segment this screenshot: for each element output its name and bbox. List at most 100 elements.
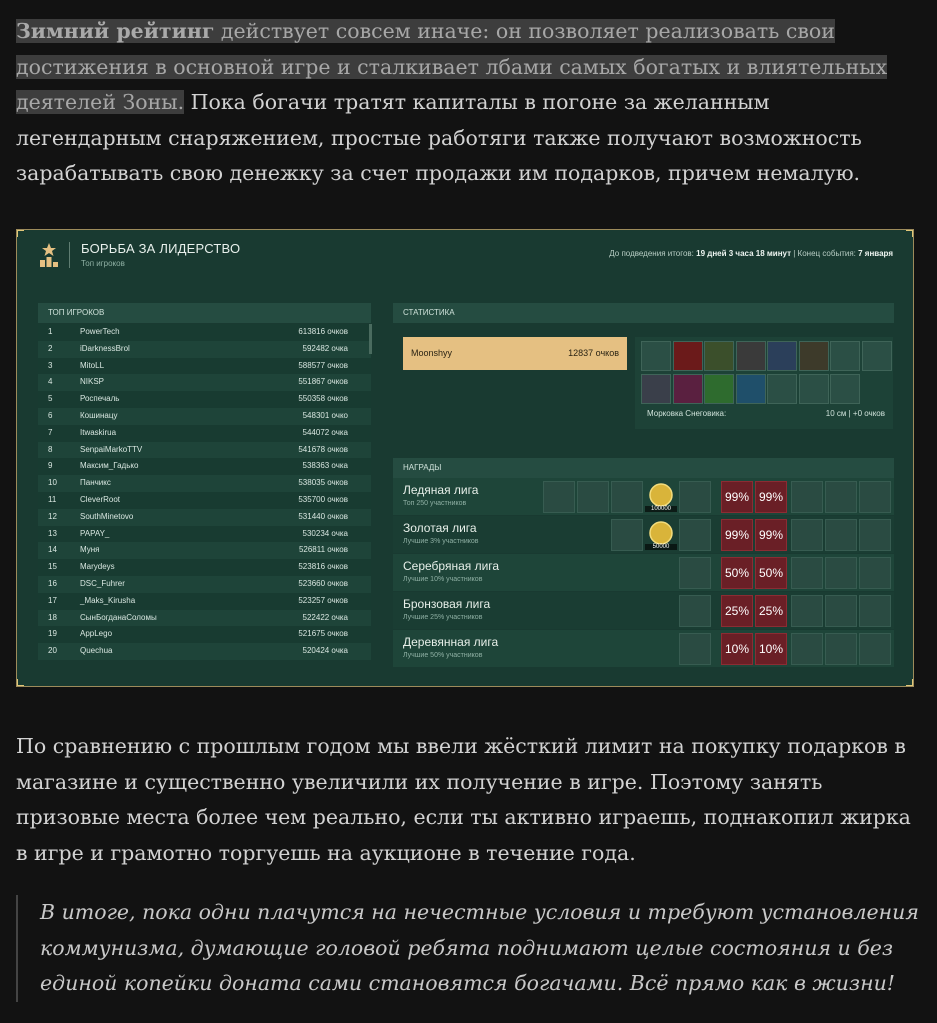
reward-item-icon[interactable]: [859, 480, 891, 513]
table-row[interactable]: 13 PAPAY_ 530234 очка: [38, 525, 371, 543]
table-row[interactable]: 15 Marydeys 523816 очков: [38, 559, 371, 576]
reward-item-icon[interactable]: [791, 632, 823, 665]
reward-item-icon[interactable]: [791, 556, 823, 589]
table-row[interactable]: 8 SenpaiMarkoTTV 541678 очков: [38, 441, 371, 459]
gift-slot[interactable]: [767, 374, 797, 404]
reward-item-icon[interactable]: [859, 518, 891, 551]
reward-percent-badge: 50%: [721, 556, 753, 589]
gift-slot[interactable]: [735, 341, 766, 371]
player-name: Quechua: [80, 646, 113, 656]
gift-slot[interactable]: [641, 341, 671, 371]
league-row[interactable]: Ледяная лига Топ 250 участников 100000 99% 9…: [393, 478, 894, 515]
player-name: Кошинацу: [80, 411, 118, 420]
table-row[interactable]: 2 iDarknessBrol 592482 очка: [38, 340, 371, 358]
league-row[interactable]: Серебряная лига Лучшие 10% участников 50% 5…: [393, 554, 894, 591]
table-row[interactable]: 11 CleverRoot 535700 очков: [38, 492, 371, 509]
board-title: ТОП ИГРОКОВ: [38, 303, 371, 323]
table-row[interactable]: 20 Quechua 520424 очка: [38, 643, 371, 660]
table-row[interactable]: 14 Муня 526811 очков: [38, 542, 371, 560]
gift-slot[interactable]: [672, 374, 703, 404]
reward-item-icon[interactable]: [859, 594, 891, 627]
reward-item-icon[interactable]: [679, 556, 711, 589]
reward-percent-badge: 99%: [721, 480, 753, 513]
table-row[interactable]: 7 Itwaskirua 544072 очка: [38, 424, 371, 442]
reward-item-icon[interactable]: [791, 594, 823, 627]
gift-slot[interactable]: [830, 341, 860, 371]
league-condition: Лучшие 10% участников: [403, 576, 483, 583]
reward-item-icon[interactable]: [679, 518, 711, 551]
reward-item-icon[interactable]: [825, 518, 857, 551]
table-row[interactable]: 4 NIKSP 551867 очков: [38, 374, 371, 392]
leaderboard-scrollbar[interactable]: [369, 324, 372, 354]
league-row[interactable]: Бронзовая лига Лучшие 25% участников 25% 25…: [393, 592, 894, 629]
gift-slot[interactable]: [861, 341, 892, 371]
gift-slot[interactable]: [830, 374, 860, 404]
table-row[interactable]: 9 Максим_Гадько 538363 очка: [38, 458, 371, 476]
gift-slot[interactable]: [704, 341, 734, 371]
player-name: NIKSP: [80, 377, 105, 387]
reward-item-icon[interactable]: [611, 480, 643, 513]
reward-percent-badge: 50%: [755, 556, 787, 589]
player-score: 541678 очков: [298, 444, 348, 454]
reward-item-icon[interactable]: [825, 632, 857, 665]
table-row[interactable]: 6 Кошинацу 548301 очко: [38, 408, 371, 425]
player-rank: 1: [48, 327, 53, 336]
gift-slot[interactable]: [735, 374, 766, 404]
gift-slot[interactable]: [704, 374, 734, 404]
reward-item-icon[interactable]: [859, 556, 891, 589]
gift-slot[interactable]: [672, 341, 703, 371]
player-name: СынБогданаСоломы: [80, 612, 157, 622]
player-score: 538035 очков: [298, 478, 348, 488]
table-row[interactable]: 3 MitoLL 588577 очков: [38, 357, 371, 375]
player-score: 550358 очков: [298, 394, 348, 404]
corner-decoration: [17, 230, 24, 237]
reward-item-icon[interactable]: [825, 556, 857, 589]
reward-item-icon[interactable]: [679, 480, 711, 513]
reward-item-icon[interactable]: [791, 518, 823, 551]
timer-value: 19 дней 3 часа 18 минут: [696, 249, 791, 258]
player-name: MitoLL: [80, 360, 105, 370]
table-row[interactable]: 1 PowerTech 613816 очков: [38, 324, 371, 341]
player-rank: 8: [48, 444, 53, 454]
player-score: 592482 очка: [302, 343, 348, 353]
player-rank: 13: [48, 528, 57, 538]
table-row[interactable]: 18 СынБогданаСоломы 522422 очка: [38, 609, 371, 627]
league-condition: Лучшие 25% участников: [403, 614, 483, 621]
reward-percent-badge: 10%: [755, 632, 787, 665]
reward-item-icon[interactable]: [577, 480, 609, 513]
player-score: 526811 очков: [298, 545, 348, 555]
player-score: 523257 очков: [298, 595, 348, 605]
table-row[interactable]: 17 _Maks_Kirusha 523257 очков: [38, 592, 371, 610]
leaderboard-screenshot: БОРЬБА ЗА ЛИДЕРСТВО Топ игроков До подве…: [16, 229, 914, 687]
league-condition: Лучшие 3% участников: [403, 538, 479, 545]
reward-item-icon[interactable]: [791, 480, 823, 513]
leaderboard-list[interactable]: 1 PowerTech 613816 очков 2 iDarknessBrol 5924…: [38, 324, 371, 666]
gift-slot[interactable]: [798, 341, 829, 371]
reward-item-icon[interactable]: [679, 594, 711, 627]
gift-slot[interactable]: [641, 374, 671, 404]
gift-slot[interactable]: [798, 374, 829, 404]
coin-reward-icon: 50000: [645, 519, 677, 551]
reward-item-icon[interactable]: [543, 480, 575, 513]
reward-item-icon[interactable]: [825, 594, 857, 627]
player-rank: 12: [48, 511, 57, 521]
league-name: Серебряная лига: [403, 559, 500, 573]
table-row[interactable]: 5 Роспечаль 550358 очков: [38, 391, 371, 408]
reward-item-icon[interactable]: [825, 480, 857, 513]
table-row[interactable]: 12 SouthMinetovo 531440 очков: [38, 508, 371, 526]
reward-item-icon[interactable]: [679, 632, 711, 665]
player-score: 531440 очков: [298, 511, 348, 521]
league-row[interactable]: Золотая лига Лучшие 3% участников 50000 99%…: [393, 516, 894, 553]
player-rank: 3: [48, 360, 53, 370]
gift-slot[interactable]: [767, 341, 797, 371]
reward-item-icon[interactable]: [611, 518, 643, 551]
league-row[interactable]: Деревянная лига Лучшие 50% участников 10% 1…: [393, 630, 894, 667]
table-row[interactable]: 10 Панчикс 538035 очков: [38, 475, 371, 492]
table-row[interactable]: 19 AppLego 521675 очков: [38, 626, 371, 644]
player-score: 538363 очка: [302, 461, 348, 471]
table-row[interactable]: 16 DSC_Fuhrer 523660 очков: [38, 576, 371, 593]
corner-decoration: [906, 230, 913, 237]
player-rank: 15: [48, 562, 57, 572]
player-score: 520424 очка: [302, 646, 348, 656]
reward-item-icon[interactable]: [859, 632, 891, 665]
